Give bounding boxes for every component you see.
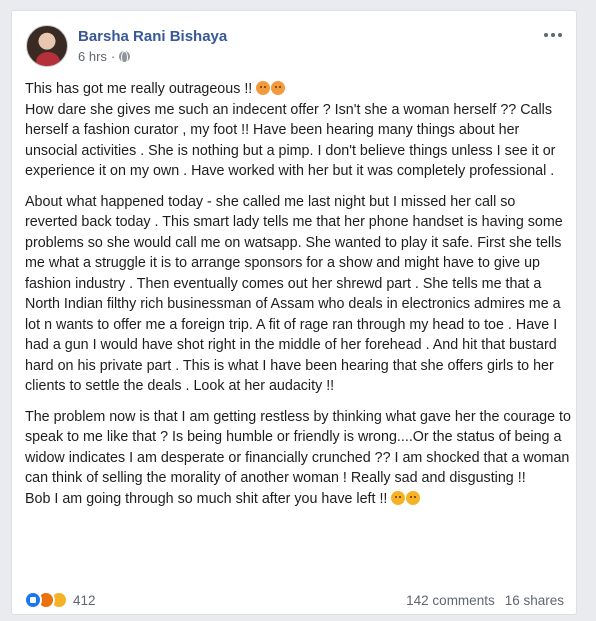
meta-separator: · bbox=[110, 49, 116, 64]
paragraph-1: This has got me really outrageous !! How… bbox=[25, 79, 571, 182]
dot-icon bbox=[551, 33, 555, 37]
post-card: Barsha Rani Bishaya 6 hrs · This has got… bbox=[11, 10, 577, 615]
post-footer: 412 142 comments 16 shares bbox=[24, 589, 564, 611]
globe-icon[interactable] bbox=[119, 51, 131, 64]
post-body: This has got me really outrageous !! How… bbox=[25, 79, 571, 519]
author-name[interactable]: Barsha Rani Bishaya bbox=[78, 28, 227, 45]
comments-count-link[interactable]: 142 comments bbox=[406, 593, 495, 608]
angry-emoji-icon bbox=[271, 81, 286, 95]
reactions[interactable]: 412 bbox=[24, 591, 96, 609]
reaction-count[interactable]: 412 bbox=[73, 593, 96, 608]
post-meta: 6 hrs · bbox=[78, 49, 131, 64]
dot-icon bbox=[544, 33, 548, 37]
angry-emoji-icon bbox=[256, 81, 271, 95]
like-reaction-icon bbox=[24, 591, 42, 609]
shares-count-link[interactable]: 16 shares bbox=[505, 593, 564, 608]
paragraph-text: The problem now is that I am getting res… bbox=[25, 408, 571, 487]
dot-icon bbox=[558, 33, 562, 37]
paragraph-text: About what happened today - she called m… bbox=[25, 193, 563, 395]
paragraph-text: How dare she gives me such an indecent o… bbox=[25, 101, 556, 180]
paragraph-2: About what happened today - she called m… bbox=[25, 192, 571, 397]
paragraph-text: Bob I am going through so much shit afte… bbox=[25, 490, 392, 507]
avatar[interactable] bbox=[26, 25, 68, 67]
post-header: Barsha Rani Bishaya 6 hrs · bbox=[24, 23, 564, 69]
paragraph-text: This has got me really outrageous !! bbox=[25, 81, 257, 97]
paragraph-3: The problem now is that I am getting res… bbox=[25, 407, 571, 510]
sad-emoji-icon bbox=[406, 490, 421, 505]
more-options-button[interactable] bbox=[542, 29, 564, 41]
sad-emoji-icon bbox=[391, 490, 406, 505]
post-time[interactable]: 6 hrs bbox=[78, 49, 107, 64]
